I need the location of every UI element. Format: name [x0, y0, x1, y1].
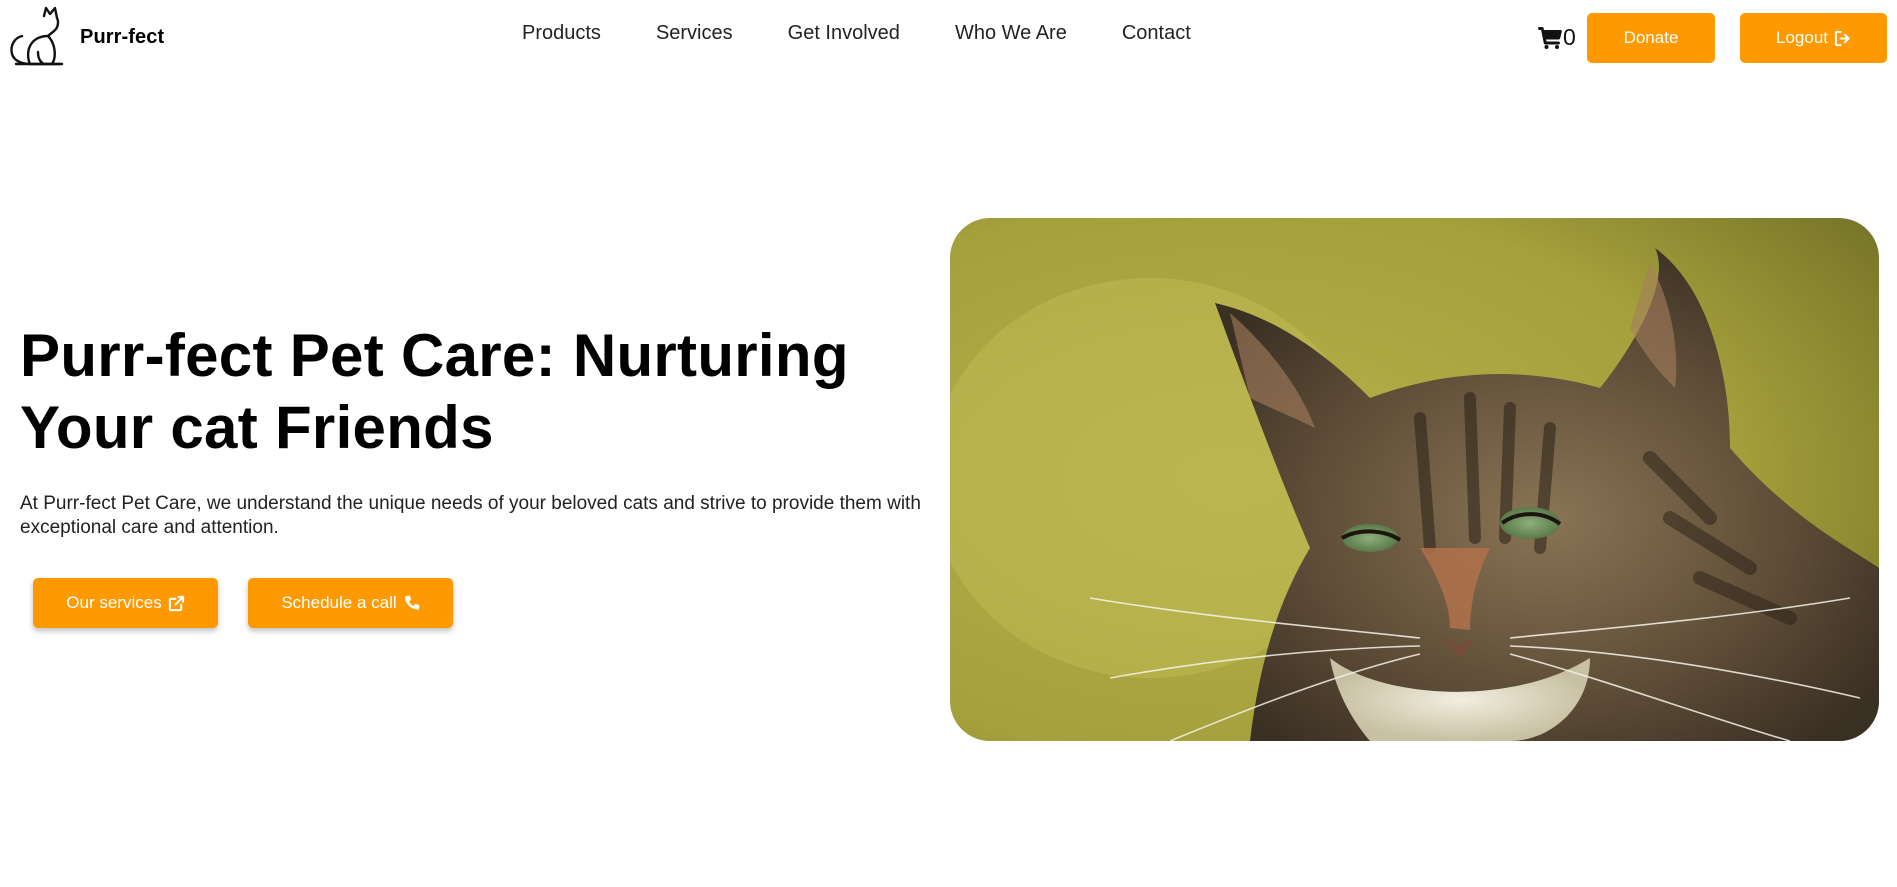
- page: Purr-fect Products Services Get Involved…: [0, 0, 1897, 887]
- cat-outline-icon: [8, 6, 66, 68]
- nav-link-services[interactable]: Services: [656, 22, 733, 45]
- logout-button[interactable]: Logout: [1740, 13, 1887, 63]
- nav-link-contact[interactable]: Contact: [1122, 22, 1191, 45]
- nav-link-get-involved[interactable]: Get Involved: [788, 22, 900, 45]
- schedule-call-label: Schedule a call: [281, 593, 397, 612]
- cart-count: 0: [1563, 24, 1576, 50]
- cart-link[interactable]: 0: [1538, 24, 1576, 51]
- hero-cat-image: [950, 218, 1879, 741]
- our-services-label: Our services: [66, 593, 162, 612]
- site-header: Purr-fect Products Services Get Involved…: [0, 0, 1897, 76]
- nav-link-products[interactable]: Products: [522, 22, 601, 45]
- external-link-icon: [168, 595, 185, 612]
- donate-button-label: Donate: [1623, 28, 1679, 47]
- our-services-button[interactable]: Our services: [33, 578, 218, 628]
- schedule-call-button[interactable]: Schedule a call: [248, 578, 453, 628]
- main-nav: Products Services Get Involved Who We Ar…: [522, 22, 1246, 45]
- nav-link-who-we-are[interactable]: Who We Are: [955, 22, 1067, 45]
- cart-icon: [1538, 26, 1562, 49]
- donate-button[interactable]: Donate: [1587, 13, 1715, 63]
- hero-title: Purr-fect Pet Care: Nurturing Your cat F…: [20, 322, 849, 461]
- hero-description: At Purr-fect Pet Care, we understand the…: [20, 493, 921, 538]
- logout-button-label: Logout: [1776, 28, 1828, 47]
- phone-icon: [403, 595, 420, 612]
- sign-out-icon: [1834, 30, 1851, 47]
- brand-name: Purr-fect: [80, 25, 165, 48]
- brand-link[interactable]: Purr-fect: [8, 6, 164, 68]
